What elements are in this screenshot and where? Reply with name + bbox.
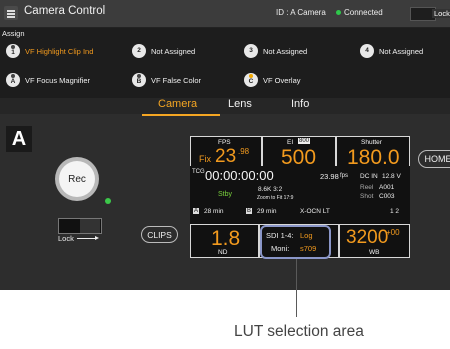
status-dot-icon [336,10,341,15]
tc-label: TCG [192,169,205,175]
assign-key-3[interactable]: 3 Not Assigned [244,44,307,58]
media-format: X-OCN LT [300,208,330,215]
callout-line [296,259,297,317]
ei-base-badge: 800 [298,138,311,144]
ei-cell[interactable]: EI 800 500 [263,137,335,169]
nd-cell[interactable]: 1.8 ND [191,225,258,257]
fps-label: FPS [218,139,231,146]
reel-value: A001 [379,184,395,191]
assign-key-label: VF Focus Magnifier [25,75,91,85]
assign-key-b[interactable]: B VF False Color [132,73,201,87]
fps-cell[interactable]: FPS Fix 23 .98 [191,137,261,166]
active-tab-indicator [142,114,220,116]
media-a-icon: A [193,208,200,214]
lock-label: Lock [432,9,450,18]
tab-lens[interactable]: Lens [228,98,252,110]
shutter-label: Shutter [361,139,382,146]
imager-mode: 8.6K 3:2 [258,186,283,193]
media-b-icon: B [246,208,253,214]
assign-key-label: VF Highlight Clip Ind [25,46,94,56]
key-4-icon: 4 [360,44,374,58]
tab-camera[interactable]: Camera [158,98,197,110]
dc-label: DC IN [360,173,378,180]
assign-key-label: VF False Color [151,75,202,85]
key-2-icon: 2 [132,44,146,58]
tally-lamp-icon [105,198,111,204]
media-b-remaining: 29 min [257,208,277,215]
shot-value: C003 [379,193,395,200]
key-3-icon: 3 [244,44,258,58]
camera-control-app: Camera Control ID : A Camera Connected L… [0,0,450,290]
dc-value: 12.8 V [382,173,401,180]
ei-value: 500 [281,146,317,169]
assign-key-label: VF Overlay [263,75,301,85]
app-title: Camera Control [24,5,106,17]
assign-key-label: Not Assigned [151,46,196,56]
tab-bar: Camera Lens Info [0,98,450,114]
menu-icon[interactable] [4,6,18,20]
lut-highlight-box [260,225,331,259]
assign-key-4[interactable]: 4 Not Assigned [360,44,423,58]
shutter-cell[interactable]: Shutter 180.0 [337,137,409,169]
connection-status: Connected [336,8,383,17]
assign-label: Assign [2,29,25,38]
key-c-icon: C [244,73,258,87]
shot-label: Shot [360,193,374,200]
assign-key-label: Not Assigned [379,46,424,56]
rec-label: Rec [59,161,95,197]
ei-label: EI [287,139,294,146]
fps-sup: .98 [238,147,250,156]
clips-button[interactable]: CLIPS [141,226,178,243]
arrow-right-icon [77,236,99,240]
rec-button[interactable]: Rec [55,157,99,201]
camera-id: ID : A Camera [276,8,326,17]
assign-key-label: Not Assigned [263,46,308,56]
reel-label: Reel [360,184,374,191]
record-status: Stby [218,191,233,198]
assign-bar: Assign 1 VF Highlight Clip Ind 2 Not Ass… [0,28,450,98]
key-1-icon: 1 [6,44,20,58]
page-indicator: 1 2 [390,208,400,215]
shutter-value: 180.0 [347,146,400,169]
home-button[interactable]: HOME [418,150,450,168]
fps-prefix: Fix [199,154,211,164]
wb-cell[interactable]: 3200 +00 WB [340,225,409,257]
wb-offset: +00 [386,228,400,237]
assign-key-1[interactable]: 1 VF Highlight Clip Ind [6,44,93,58]
nd-value: 1.8 [211,227,241,250]
info-area: TCG 00:00:00:00 23.98 fps DC IN 12.8 V R… [190,166,410,224]
media-a-remaining: 28 min [204,208,224,215]
wb-label: WB [369,249,380,256]
title-bar: Camera Control ID : A Camera Connected L… [0,0,450,28]
tc-rate: 23.98 [320,172,339,181]
timecode: 00:00:00:00 [205,168,274,183]
connection-text: Connected [344,8,383,17]
lock-switch-label: Lock [58,234,74,243]
assign-key-2[interactable]: 2 Not Assigned [132,44,195,58]
lock-switch-knob[interactable] [80,219,100,233]
imager-zoom: Zoom to Fit 17:9 [257,195,294,201]
tab-info[interactable]: Info [291,98,309,110]
assign-key-a[interactable]: A VF Focus Magnifier [6,73,90,87]
wb-value: 3200 [346,227,389,248]
tc-rate-unit: fps [340,173,349,179]
nd-label: ND [218,249,228,256]
assign-key-c[interactable]: C VF Overlay [244,73,301,87]
key-b-icon: B [132,73,146,87]
camera-badge: A [6,126,32,152]
callout-caption: LUT selection area [234,323,364,340]
key-a-icon: A [6,73,20,87]
fps-value: 23 [215,146,237,167]
